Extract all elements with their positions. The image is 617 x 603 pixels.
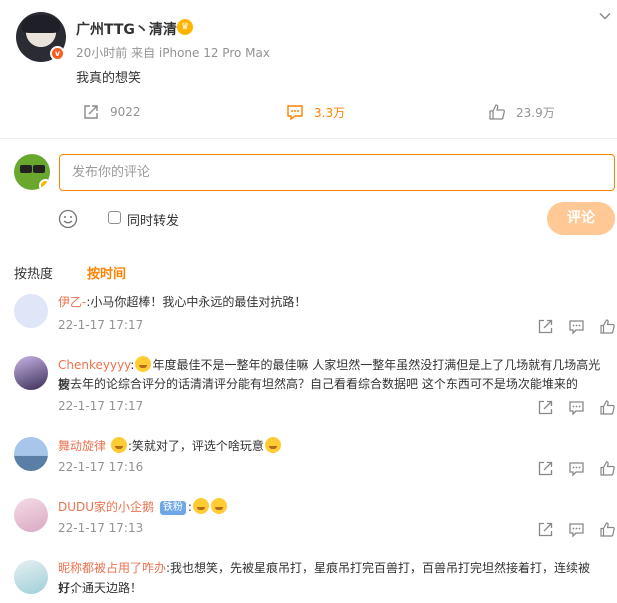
fan-level-badge: 铁粉 [159,501,186,515]
share-icon[interactable] [537,318,554,335]
reply-icon[interactable] [568,460,585,477]
like-button[interactable]: 23.9万 [488,103,555,121]
comment-avatar[interactable] [14,498,48,532]
divider [0,138,617,139]
comment-text-line-2: 按去年的论综合评分的话清清评分能有坦然高？自己看看综合数据吧 这个东西可不是场次… [58,377,578,391]
comment-time: 22-1-17 17:16 [58,460,144,474]
post-text: 我真的想笑 [76,71,142,86]
my-avatar[interactable] [14,154,50,190]
comment-username[interactable]: 伊乙- [58,295,86,309]
submit-comment-button[interactable]: 评论 [547,202,615,235]
chevron-down-icon[interactable] [598,9,612,23]
comment-avatar[interactable] [14,437,48,471]
thumbs-up-icon[interactable] [599,318,616,335]
repost-checkbox-label[interactable]: 同时转发 [127,210,179,229]
comment-actions [537,318,616,335]
comment-username[interactable]: 昵称都被占用了咋办 [58,561,166,575]
comment-username[interactable]: 舞动旋律 [58,439,106,453]
comment-count: 3.3万 [314,105,346,120]
comment-button[interactable]: 3.3万 [286,103,345,121]
author-name[interactable]: 广州TTG丶清清 [76,19,177,39]
laughing-emoji-icon [210,498,227,514]
thumbs-up-icon[interactable] [599,460,616,477]
comment-body: 伊乙-:小马你超棒！我心中永远的最佳对抗路！ [58,292,306,312]
repost-icon [84,105,98,119]
laughing-emoji-icon [135,356,152,372]
laughing-emoji-icon [192,498,209,514]
repost-checkbox[interactable] [108,211,121,224]
comment-avatar[interactable] [14,294,48,328]
reply-icon[interactable] [568,399,585,416]
repost-count: 9022 [110,105,141,119]
thumbs-up-icon[interactable] [599,399,616,416]
reply-icon[interactable] [568,521,585,538]
thumbs-up-icon[interactable] [599,521,616,538]
share-icon[interactable] [537,521,554,538]
thumbs-up-icon [489,104,505,120]
comment-time: 22-1-17 17:17 [58,318,144,332]
reply-icon[interactable] [568,318,585,335]
comment-body: 舞动旋律 :笑就对了，评选个啥玩意 [58,436,282,456]
comment-text-line-2: 好个通天边路！ [58,581,143,595]
tab-sort-time[interactable]: 按时间 [87,263,126,282]
comment-username[interactable]: DUDU家的小企鹅 [58,500,154,514]
emoji-picker-icon[interactable] [58,209,78,229]
comment-input[interactable] [59,154,615,191]
repost-button[interactable]: 9022 [82,103,141,121]
comment-time: 22-1-17 17:13 [58,521,144,535]
member-crown-icon: ♛ [177,19,193,35]
verified-badge-icon: v [50,46,65,61]
tab-sort-hot[interactable]: 按热度 [14,263,53,282]
comment-text: 笑就对了，评选个啥玩意 [131,439,264,453]
doge-emoji-icon [264,437,281,453]
like-count: 23.9万 [516,105,555,120]
post-meta: 20小时前 来自 iPhone 12 Pro Max [76,46,270,60]
comment-body: DUDU家的小企鹅 铁粉: [58,497,228,517]
comment-time: 22-1-17 17:17 [58,399,144,413]
laughing-emoji-icon [110,437,127,453]
share-icon[interactable] [537,460,554,477]
comment-avatar[interactable] [14,356,48,390]
comment-text: :小马你超棒！我心中永远的最佳对抗路！ [86,295,307,309]
comment-actions [537,399,616,416]
comment-actions [537,460,616,477]
comment-actions [537,521,616,538]
comment-username[interactable]: Chenkeyyyy [58,358,130,372]
share-icon[interactable] [537,399,554,416]
comment-avatar[interactable] [14,560,48,594]
comment-icon [287,105,303,121]
